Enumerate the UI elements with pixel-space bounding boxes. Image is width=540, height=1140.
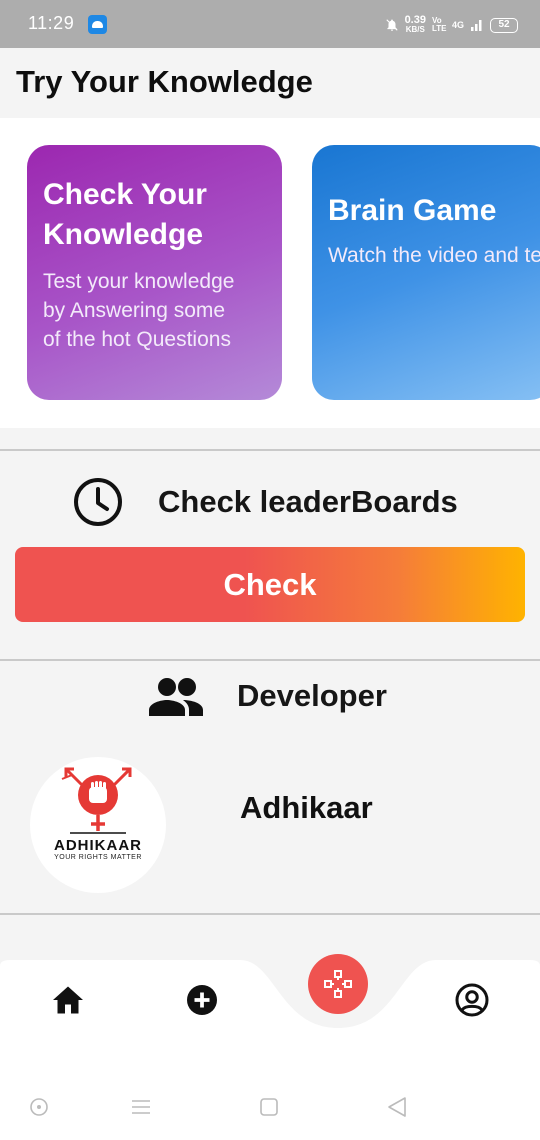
logo-wordmark: ADHIKAAR [54,837,142,854]
speed-value: 0.39 [404,14,426,26]
battery-indicator: 52 [490,17,518,33]
network-speed: 0.39 KB/S [404,14,426,35]
app-header: Try Your Knowledge [0,48,540,118]
leaderboard-row: Check leaderBoards [0,470,540,532]
card-description: Watch the video and test Your Knowledge [328,244,540,267]
gamepad-icon [324,970,352,998]
developer-logo[interactable]: ADHIKAAR YOUR RIGHTS MATTER [30,757,166,893]
android-app-icon [88,15,107,34]
status-bar: 11:29 0.39 KB/S Vo LTE 4G 52 [0,0,540,48]
home-icon[interactable] [50,982,86,1018]
people-icon [149,678,203,716]
developer-name: Adhikaar [240,790,373,825]
account-circle-icon[interactable] [454,982,490,1018]
bell-off-icon [385,19,398,31]
divider [0,913,540,915]
signal-icon [471,20,482,31]
gamepad-fab-button[interactable] [308,954,368,1014]
volte-label: Vo LTE [431,16,447,33]
adhikaar-logo-icon [61,767,132,834]
assistant-button-icon[interactable] [28,1096,50,1118]
status-time: 11:29 [28,13,75,33]
logo-tagline: YOUR RIGHTS MATTER [54,854,142,861]
card-description: Test your knowledge by Answering some of… [43,270,235,351]
speed-unit: KB/S [405,25,425,34]
back-button-icon[interactable] [386,1096,408,1118]
system-navigation-bar [0,1040,540,1140]
clock-icon [74,478,122,526]
card-title: Check Your Knowledge [43,178,207,251]
check-leaderboard-button[interactable]: Check [15,547,525,622]
developer-label: Developer [237,678,387,713]
divider [0,449,540,451]
page-title: Try Your Knowledge [16,64,313,99]
card-title: Brain Game [328,194,497,227]
card-brain-game[interactable]: Brain Game Watch the video and test Your… [312,145,540,400]
leaderboard-label: Check leaderBoards [158,484,458,519]
developer-row: Developer [0,672,540,724]
signal-label: 4G [451,20,464,30]
card-check-your-knowledge[interactable]: Check Your Knowledge Test your knowledge… [27,145,282,400]
divider [0,659,540,661]
menu-button-icon[interactable] [130,1096,152,1118]
bottom-navigation [0,954,540,1040]
add-circle-icon[interactable] [184,982,220,1018]
home-button-icon[interactable] [258,1096,280,1118]
cards-carousel[interactable]: Check Your Knowledge Test your knowledge… [0,118,540,428]
status-indicators: 0.39 KB/S Vo LTE 4G 52 [385,14,518,36]
